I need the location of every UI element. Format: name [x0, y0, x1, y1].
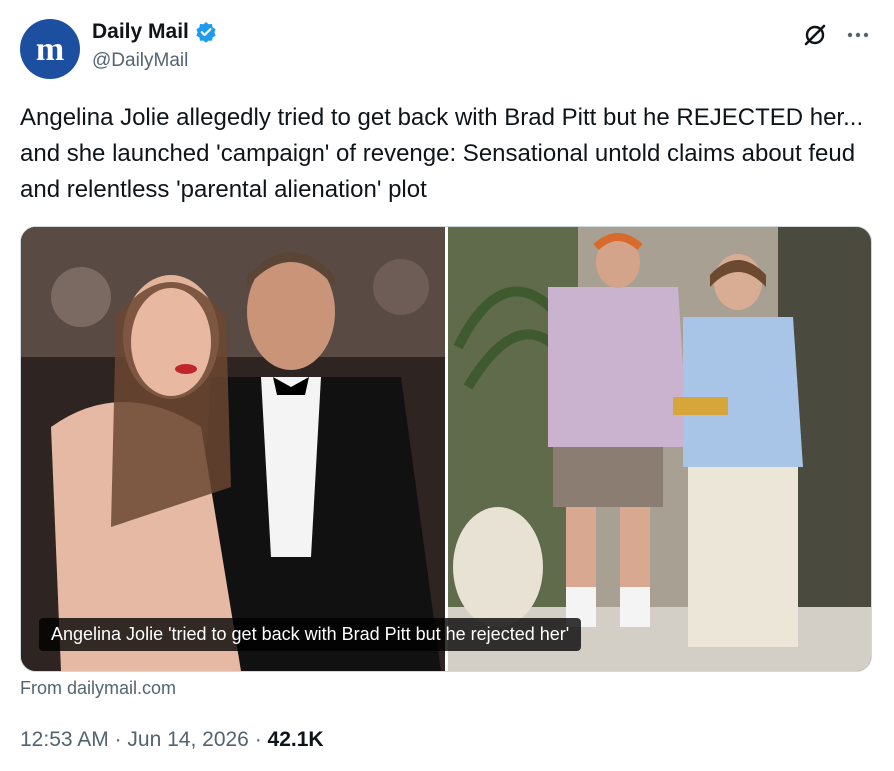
media-photo-right[interactable]	[448, 227, 871, 671]
tweet-header: m Daily Mail @DailyMail	[20, 16, 874, 80]
handle[interactable]: @DailyMail	[92, 50, 217, 72]
tweet-meta: 12:53 AM · Jun 14, 2026 · 42.1K	[20, 728, 324, 752]
display-name[interactable]: Daily Mail	[92, 20, 189, 44]
verified-badge-icon	[195, 21, 217, 43]
tweet-time[interactable]: 12:53 AM	[20, 728, 109, 751]
street-photo-image	[448, 227, 871, 671]
more-options-icon[interactable]	[846, 23, 870, 47]
svg-text:m: m	[36, 31, 64, 68]
daily-mail-logo-icon: m	[36, 31, 64, 68]
meta-separator: ·	[114, 728, 122, 751]
avatar[interactable]: m	[20, 19, 80, 79]
tweet-actions	[802, 22, 870, 48]
author-block: Daily Mail @DailyMail	[92, 20, 217, 72]
media-caption: Angelina Jolie 'tried to get back with B…	[39, 618, 582, 651]
source-link[interactable]: From dailymail.com	[20, 678, 176, 699]
tweet-date[interactable]: Jun 14, 2026	[127, 728, 248, 751]
grok-icon[interactable]	[802, 22, 828, 48]
couple-photo-image	[21, 227, 445, 671]
meta-separator: ·	[254, 728, 262, 751]
tweet-text: Angelina Jolie allegedly tried to get ba…	[20, 104, 864, 203]
tweet-media[interactable]: Angelina Jolie 'tried to get back with B…	[20, 226, 872, 672]
view-count[interactable]: 42.1K	[268, 728, 324, 751]
media-photo-left[interactable]	[21, 227, 445, 671]
